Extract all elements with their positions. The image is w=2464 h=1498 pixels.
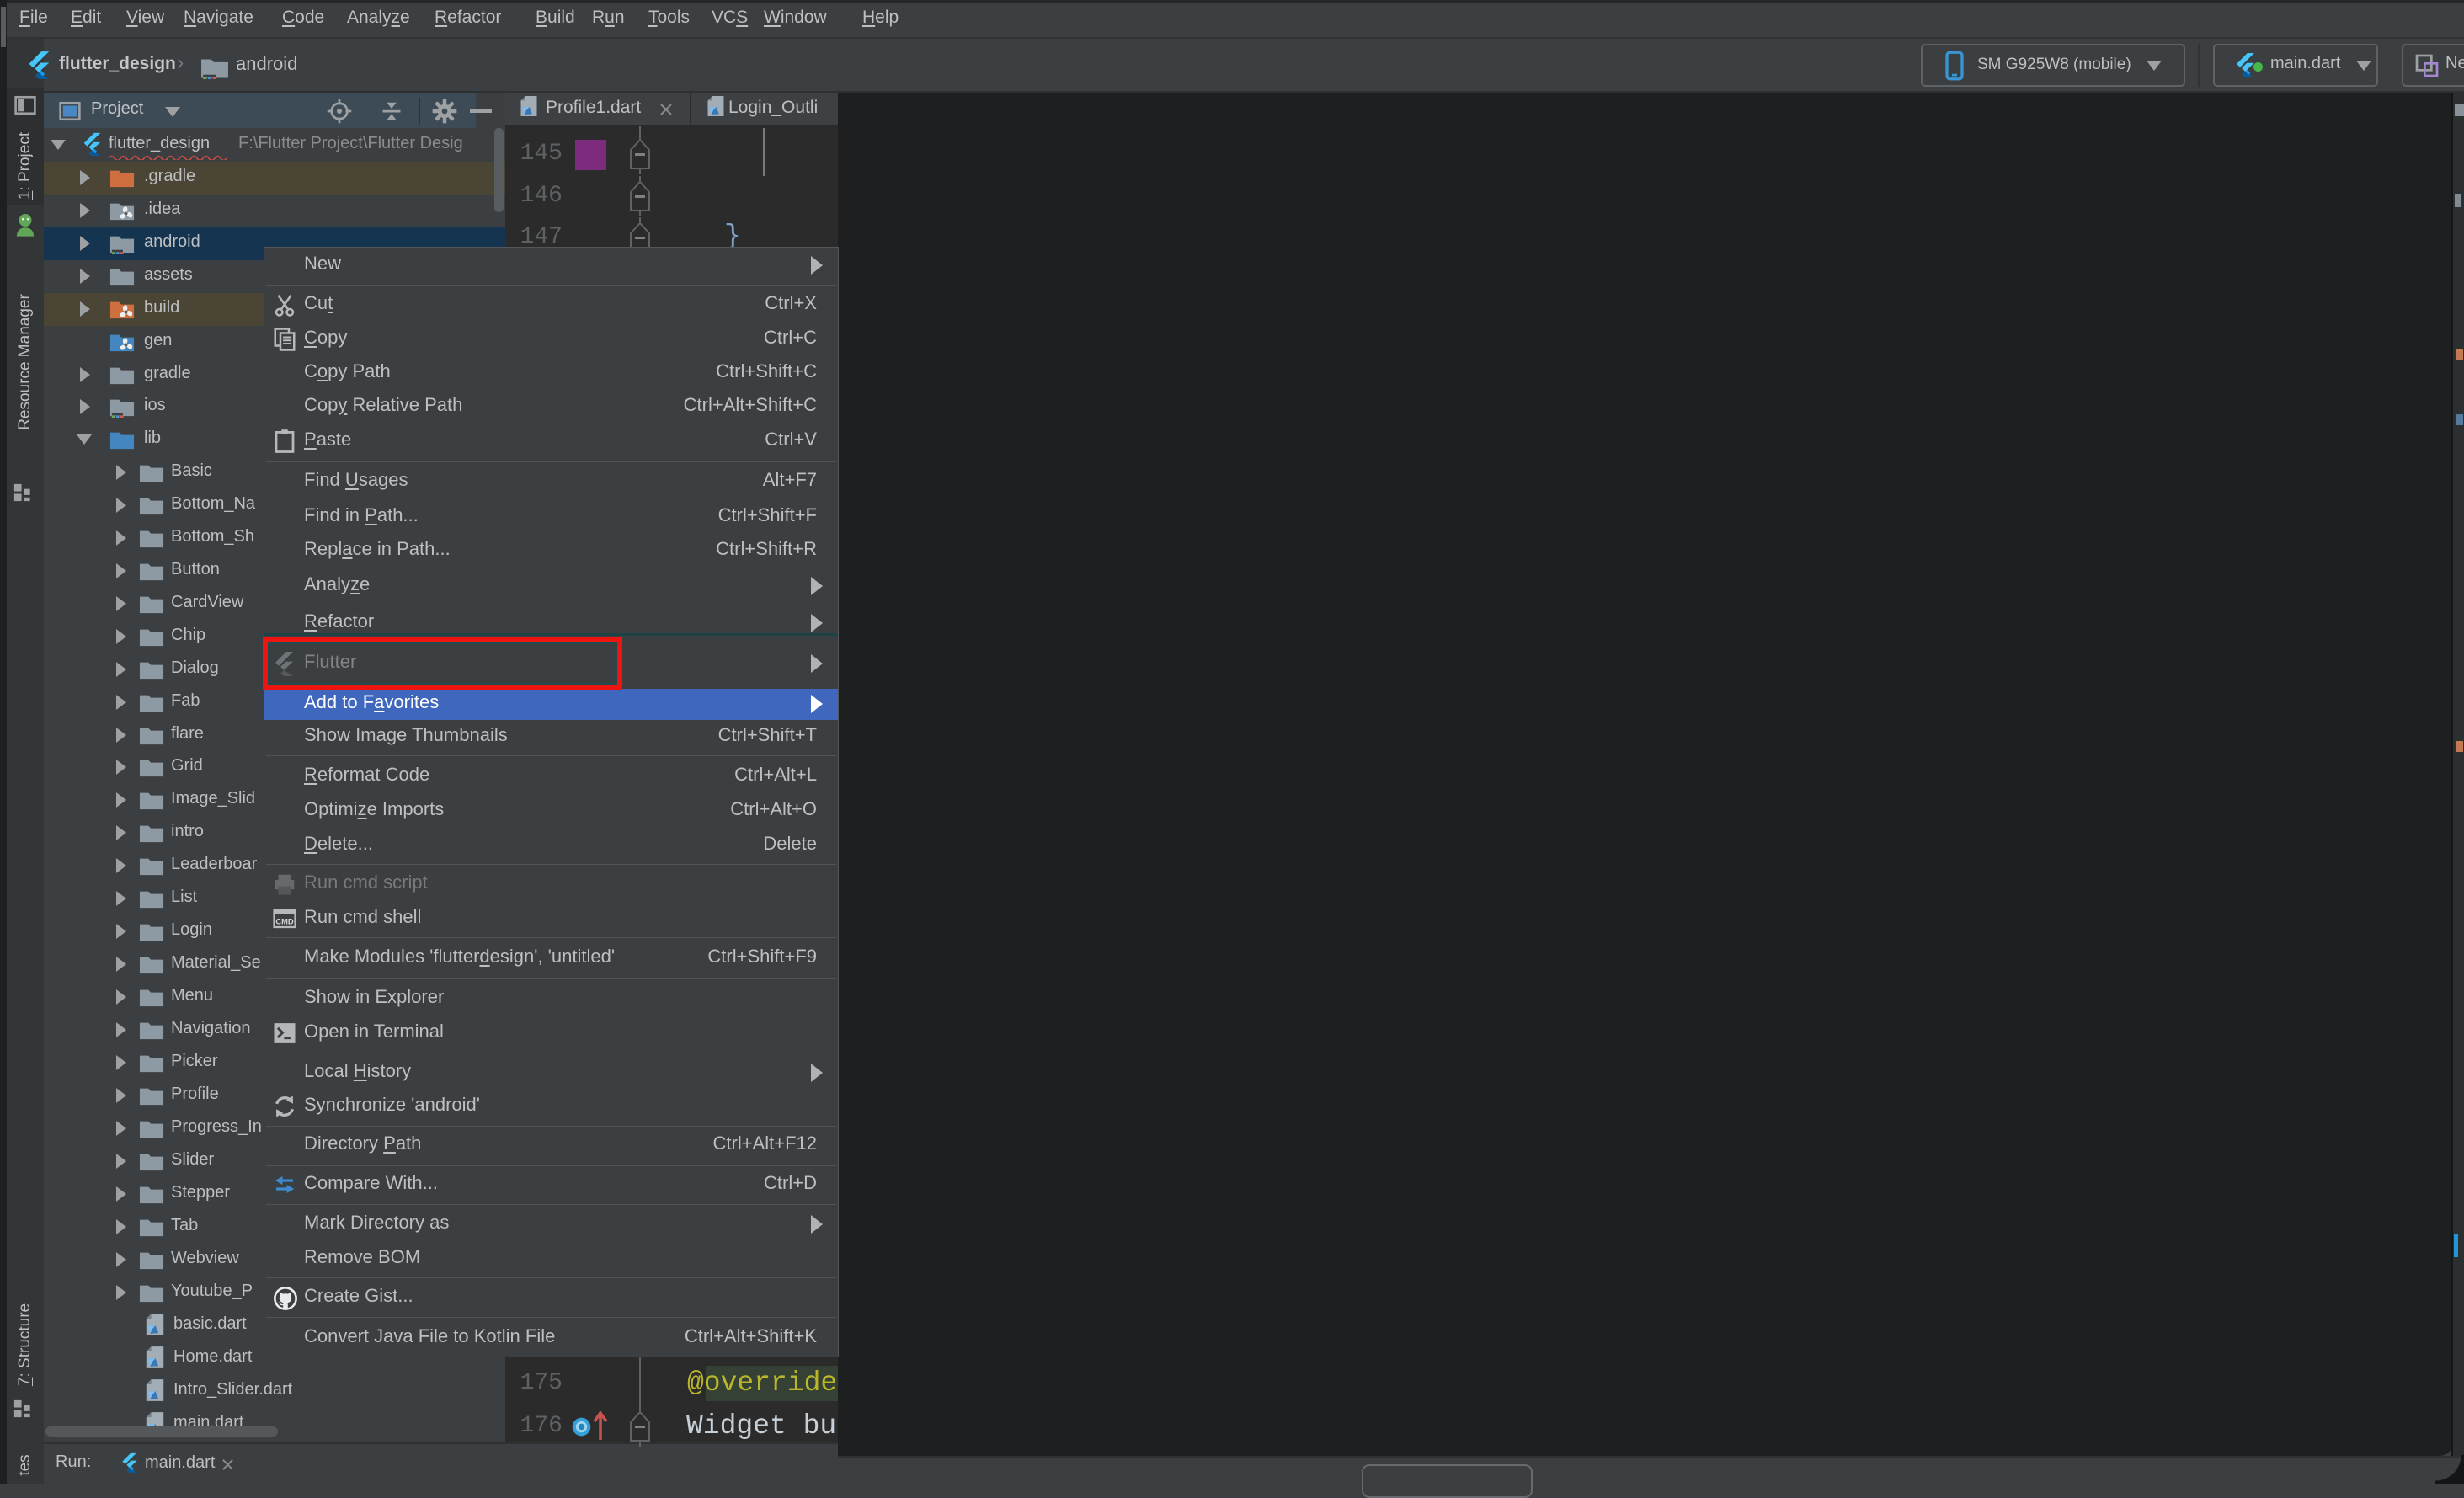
svg-text:CMD: CMD <box>275 917 294 925</box>
